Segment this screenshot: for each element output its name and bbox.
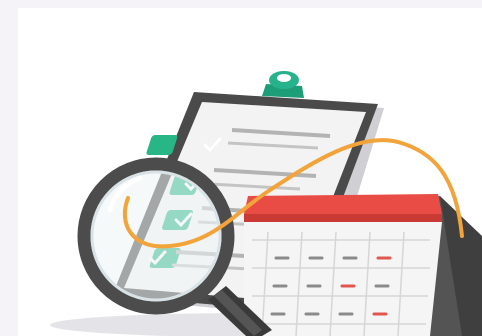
calendar-body <box>244 222 442 336</box>
planning-illustration <box>50 71 482 336</box>
illustration-canvas <box>0 0 482 336</box>
calendar-header <box>244 194 442 214</box>
calendar-icon <box>244 194 482 336</box>
clipboard-clip <box>262 71 304 98</box>
calendar-header-shade <box>244 214 442 222</box>
